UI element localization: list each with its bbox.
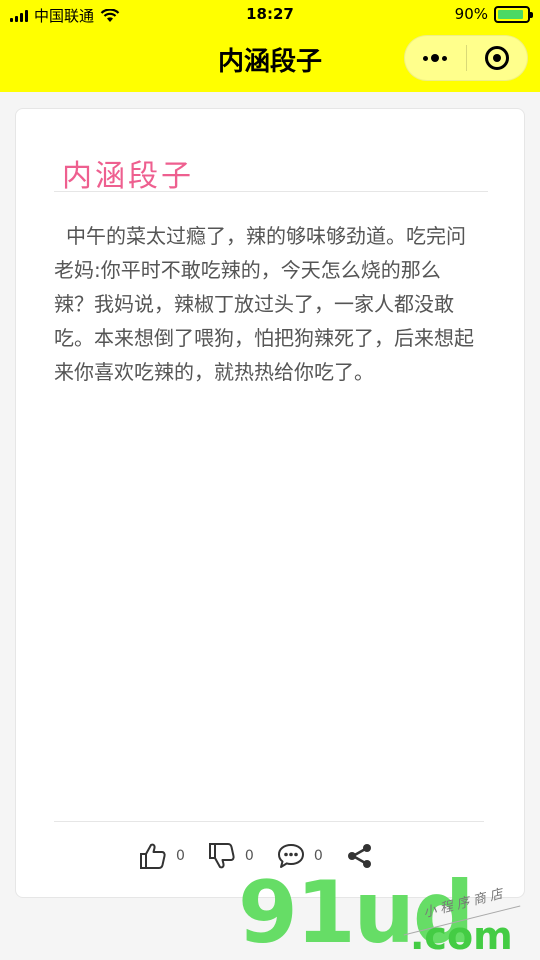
capsule-menu [404, 35, 528, 81]
actions-divider [54, 821, 484, 822]
battery-fill [498, 9, 524, 19]
target-close-icon [484, 46, 509, 70]
card-title: 内涵段子 [62, 159, 194, 194]
watermark-domain: .com [410, 914, 513, 958]
joke-card: 内涵段子 中午的菜太过瘾了，辣的够味够劲道。吃完问老妈:你平时不敢吃辣的，今天怎… [15, 108, 525, 898]
more-dots-icon [423, 54, 448, 62]
joke-content: 中午的菜太过瘾了，辣的够味够劲道。吃完问老妈:你平时不敢吃辣的，今天怎么烧的那么… [54, 224, 474, 384]
watermark: 91ud 小程序商店 .com [232, 862, 532, 960]
more-button[interactable] [405, 36, 466, 80]
status-right: 90% [454, 5, 533, 23]
like-count: 0 [176, 848, 185, 864]
thumbs-up-icon [140, 843, 166, 869]
battery-percent: 90% [454, 5, 488, 23]
title-divider [54, 191, 488, 192]
close-button[interactable] [467, 36, 528, 80]
status-bar: 中国联通 18:27 90% [0, 0, 540, 30]
like-button[interactable]: 0 [138, 841, 185, 871]
battery-icon [494, 5, 533, 23]
app-header: 中国联通 18:27 90% 内涵段子 [0, 0, 540, 92]
